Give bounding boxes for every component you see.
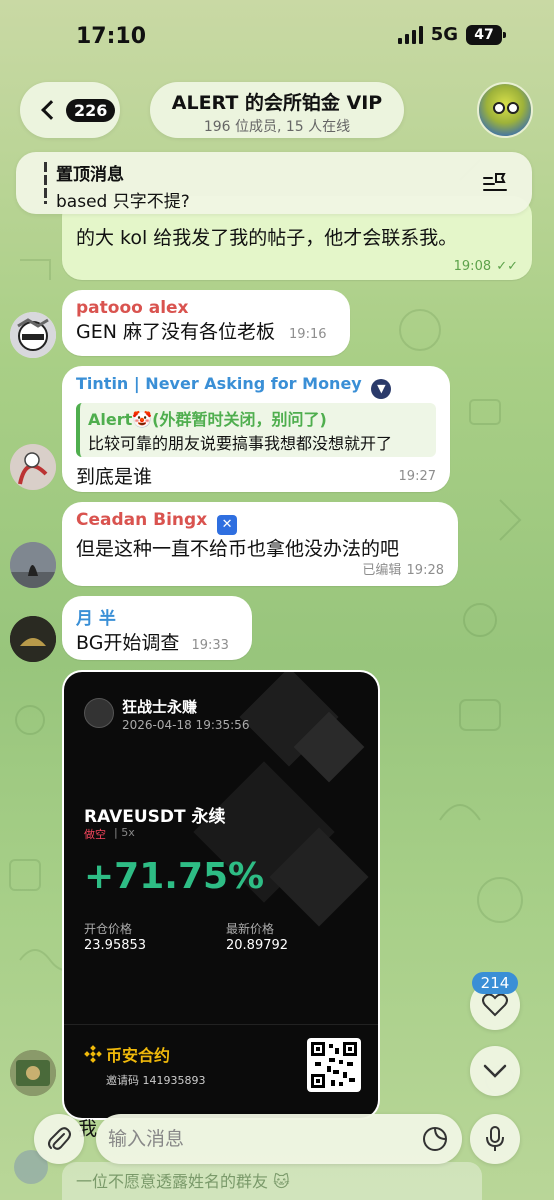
qr-pattern bbox=[311, 1042, 357, 1088]
pinned-message-bar[interactable]: 置顶消息 based 只字不提? bbox=[16, 152, 532, 214]
card-referral: 邀请码 141935893 bbox=[106, 1074, 206, 1087]
pinned-text: based 只字不提? bbox=[56, 192, 190, 212]
cellular-signal-icon bbox=[397, 25, 423, 44]
chevron-down-icon bbox=[483, 1064, 507, 1078]
network-type: 5G bbox=[430, 24, 458, 45]
sender-name-text: Ceadan Bingx bbox=[76, 510, 208, 530]
microphone-button[interactable] bbox=[470, 1114, 520, 1164]
edited-label: 已编辑 bbox=[362, 563, 402, 578]
avatar-image bbox=[10, 542, 56, 588]
message-text: 的大 kol 给我发了我的帖子，他才会联系我。 bbox=[76, 227, 458, 249]
message-time: 19:16 bbox=[289, 327, 327, 342]
message-bubble[interactable]: Ceadan Bingx ✕ 但是这种一直不给币也拿他没办法的吧 已编辑 19:… bbox=[62, 502, 458, 586]
card-brand: 币安合约 bbox=[84, 1042, 170, 1066]
status-bar: 17:10 5G 47 bbox=[0, 0, 554, 70]
avatar-eye bbox=[507, 102, 519, 114]
group-avatar[interactable] bbox=[477, 82, 533, 138]
reaction-count-badge: 214 bbox=[472, 972, 518, 994]
message-time: 19:08 bbox=[453, 259, 492, 274]
card-open-label: 开仓价格 bbox=[84, 922, 133, 936]
message-text: BG开始调查 19:33 bbox=[76, 629, 238, 660]
message-time: 19:28 bbox=[406, 563, 444, 578]
message-input[interactable] bbox=[108, 1114, 398, 1164]
card-pnl: +71.75% bbox=[84, 856, 265, 897]
double-check-icon: ✓✓ bbox=[496, 259, 518, 274]
binance-logo-icon bbox=[84, 1045, 102, 1063]
sticker-icon[interactable] bbox=[422, 1126, 448, 1152]
avatar-image bbox=[10, 616, 56, 662]
paperclip-icon bbox=[48, 1127, 71, 1150]
microphone-icon bbox=[486, 1126, 504, 1151]
message-time: 19:33 bbox=[191, 638, 229, 653]
avatar-eye bbox=[493, 102, 505, 114]
card-side: 做空 bbox=[84, 828, 106, 841]
card-pair: RAVEUSDT 永续 bbox=[84, 807, 226, 827]
unread-count-badge: 226 bbox=[66, 98, 116, 122]
card-leverage: | 5x bbox=[114, 826, 135, 839]
card-last-price: 20.89792 bbox=[226, 938, 289, 953]
avatar[interactable] bbox=[10, 616, 56, 662]
message-body: BG开始调查 bbox=[76, 632, 180, 654]
pnl-share-card[interactable]: 狂战士永赚 2026-04-18 19:35:56 RAVEUSDT 永续 做空… bbox=[64, 672, 378, 1118]
sender-name[interactable]: 月 半 bbox=[76, 604, 238, 629]
avatar-image bbox=[10, 1050, 56, 1096]
message-input-container[interactable] bbox=[96, 1114, 462, 1164]
message-text: GEN 麻了没有各位老板 19:16 bbox=[76, 318, 336, 349]
sender-name[interactable]: patooo alex bbox=[76, 298, 336, 318]
message-body: GEN 麻了没有各位老板 bbox=[76, 321, 275, 343]
sender-name-text: Tintin | Never Asking for Money bbox=[76, 374, 362, 393]
card-brand-text: 币安合约 bbox=[106, 1046, 171, 1065]
card-open-price: 23.95853 bbox=[84, 938, 147, 953]
attach-button[interactable] bbox=[34, 1114, 84, 1164]
chat-header[interactable]: ALERT 的会所铂金 VIP 196 位成员, 15 人在线 bbox=[150, 82, 404, 138]
battery-icon: 47 bbox=[466, 24, 506, 45]
card-divider bbox=[64, 1024, 378, 1025]
card-last-label: 最新价格 bbox=[226, 922, 275, 936]
reply-sender: Alert🤡(外群暂时关闭，别问了) bbox=[88, 410, 327, 429]
message-bubble[interactable]: patooo alex GEN 麻了没有各位老板 19:16 bbox=[62, 290, 350, 356]
next-message-preview: 一位不愿意透露姓名的群友 🐱 bbox=[62, 1162, 482, 1200]
sender-name[interactable]: Ceadan Bingx ✕ bbox=[76, 510, 444, 535]
card-user-avatar bbox=[84, 698, 114, 728]
bingx-badge-icon: ✕ bbox=[217, 515, 238, 535]
reply-quote[interactable]: Alert🤡(外群暂时关闭，别问了) 比较可靠的朋友说要搞事我想都没想就开了 bbox=[76, 403, 436, 457]
back-button[interactable]: 226 bbox=[20, 82, 120, 138]
avatar[interactable] bbox=[10, 312, 56, 358]
avatar-image bbox=[10, 312, 56, 358]
avatar[interactable] bbox=[10, 1050, 56, 1096]
avatar-image bbox=[10, 444, 56, 490]
avatar[interactable] bbox=[10, 542, 56, 588]
message-meta: 已编辑 19:28 bbox=[362, 559, 444, 578]
message-text: 到底是谁 bbox=[76, 466, 153, 488]
message-time: 19:27 bbox=[398, 469, 436, 484]
status-indicators: 5G 47 bbox=[397, 24, 506, 45]
verified-badge-icon: ▼ bbox=[371, 379, 392, 399]
heart-icon bbox=[482, 993, 508, 1017]
pinned-label: 置顶消息 bbox=[56, 165, 124, 185]
chat-subtitle: 196 位成员, 15 人在线 bbox=[203, 119, 351, 135]
qr-code bbox=[307, 1038, 361, 1092]
pin-list-icon[interactable] bbox=[482, 170, 508, 194]
sender-name[interactable]: Tintin | Never Asking for Money ▼ bbox=[76, 374, 436, 399]
status-time: 17:10 bbox=[76, 24, 147, 49]
message-bubble[interactable]: Tintin | Never Asking for Money ▼ Alert🤡… bbox=[62, 366, 450, 492]
message-meta: 19:08 ✓✓ bbox=[454, 255, 518, 274]
card-username: 狂战士永赚 bbox=[122, 698, 198, 716]
message-bubble[interactable]: 月 半 BG开始调查 19:33 bbox=[62, 596, 252, 660]
card-leverage-value: 5x bbox=[121, 826, 135, 839]
chevron-left-icon bbox=[41, 100, 61, 120]
card-date: 2026-04-18 19:35:56 bbox=[122, 718, 250, 732]
scroll-down-button[interactable] bbox=[470, 1046, 520, 1096]
avatar[interactable] bbox=[10, 444, 56, 490]
image-message[interactable]: 狂战士永赚 2026-04-18 19:35:56 RAVEUSDT 永续 做空… bbox=[62, 670, 380, 1120]
reply-text: 比较可靠的朋友说要搞事我想都没想就开了 bbox=[88, 434, 393, 453]
chat-title: ALERT 的会所铂金 VIP bbox=[171, 92, 383, 114]
pinned-indicator bbox=[44, 162, 47, 204]
